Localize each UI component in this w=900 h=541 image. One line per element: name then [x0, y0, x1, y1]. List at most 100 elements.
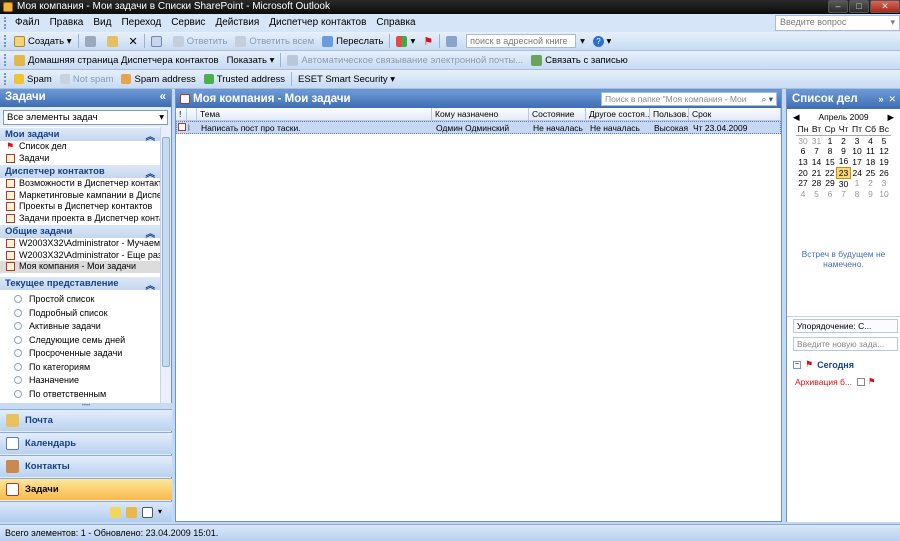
group-my-tasks[interactable]: Мои задачи ︽: [0, 127, 160, 143]
column-other-status[interactable]: Другое состоя...: [586, 108, 650, 120]
calendar-day[interactable]: 10: [850, 146, 864, 157]
folder-cm-campaigns[interactable]: Маркетинговые кампании в Диспетче: [0, 190, 160, 202]
view-by-person[interactable]: По ответственным: [0, 387, 160, 401]
ask-question-box[interactable]: Введите вопрос ▾: [775, 15, 900, 31]
nav-mail-button[interactable]: Почта: [0, 409, 172, 431]
column-status[interactable]: Состояние: [529, 108, 586, 120]
view-assignment[interactable]: Назначение: [0, 374, 160, 388]
expand-collapse-icons[interactable]: » ✕: [878, 94, 896, 105]
link-record-button[interactable]: Связать с записью: [527, 52, 632, 69]
table-row[interactable]: ⦚ Написать пост про таски. Одмин Одминск…: [176, 121, 781, 134]
calendar-day[interactable]: 25: [864, 167, 878, 178]
calendar-day[interactable]: 14: [810, 156, 824, 167]
grip-handle[interactable]: [4, 73, 7, 85]
group-today[interactable]: − ⚑ Сегодня: [793, 359, 898, 370]
ask-question-input[interactable]: Введите вопрос: [780, 17, 846, 29]
radio-icon[interactable]: [14, 349, 22, 358]
search-icon[interactable]: ⌕ ▾: [762, 93, 773, 105]
calendar-day[interactable]: 28: [810, 178, 824, 189]
folder-select[interactable]: Все элементы задач ▾: [3, 110, 168, 125]
folder-tasks[interactable]: Задачи: [0, 153, 160, 165]
calendar-day[interactable]: 17: [850, 156, 864, 167]
scrollbar-thumb[interactable]: [162, 137, 170, 367]
cm-home-button[interactable]: Домашняя страница Диспетчера контактов: [10, 52, 223, 69]
categorize-button[interactable]: ▾: [392, 33, 419, 50]
folder-shared-2[interactable]: W2003X32\Administrator - Еще раз тес: [0, 250, 160, 262]
folder-cm-project-tasks[interactable]: Задачи проекта в Диспетчер контакт: [0, 213, 160, 225]
radio-icon[interactable]: [14, 389, 22, 398]
calendar-day[interactable]: 24: [850, 167, 864, 178]
calendar-day[interactable]: 10: [877, 189, 891, 200]
calendar-day[interactable]: 5: [877, 135, 891, 146]
address-search-dropdown[interactable]: ▾: [576, 33, 589, 50]
column-due[interactable]: Срок: [689, 108, 781, 120]
dropdown-arrow-icon[interactable]: ▾: [890, 17, 895, 29]
close-button[interactable]: ✕: [870, 0, 900, 13]
group-contact-manager[interactable]: Диспетчер контактов ︽: [0, 164, 160, 180]
flag-icon[interactable]: ⚑: [868, 376, 876, 387]
calendar-day[interactable]: 15: [823, 156, 837, 167]
spam-address-button[interactable]: Spam address: [117, 71, 199, 88]
auto-link-button[interactable]: Автоматическое связывание электронной по…: [283, 52, 527, 69]
calendar-day[interactable]: 29: [823, 178, 837, 189]
instant-search[interactable]: Поиск в папке "Моя компания - Мои ⌕ ▾: [601, 92, 777, 106]
minimize-button[interactable]: ‒: [828, 0, 848, 13]
calendar-day[interactable]: 31: [810, 135, 824, 146]
complete-checkbox[interactable]: [856, 377, 865, 386]
column-icon[interactable]: !: [176, 108, 187, 120]
address-book-search[interactable]: поиск в адресной книге: [466, 34, 577, 48]
collapse-icon[interactable]: ︽: [145, 226, 155, 240]
column-assigned-to[interactable]: Кому назначено: [432, 108, 529, 120]
collapse-icon[interactable]: ︽: [145, 166, 155, 180]
nav-scrollbar[interactable]: [160, 127, 171, 415]
collapse-pane-icon[interactable]: «: [160, 91, 166, 105]
radio-icon[interactable]: [14, 376, 22, 385]
folder-todo-list[interactable]: ⚑ Список дел: [0, 141, 160, 153]
calendar-day[interactable]: 6: [823, 189, 837, 200]
radio-icon[interactable]: [14, 335, 22, 344]
calendar-day[interactable]: 13: [796, 156, 810, 167]
radio-icon[interactable]: [14, 308, 22, 317]
calendar-day[interactable]: 12: [877, 146, 891, 157]
column-attachment[interactable]: [187, 108, 197, 120]
calendar-day[interactable]: 4: [864, 135, 878, 146]
menu-file[interactable]: Файл: [10, 14, 45, 32]
calendar-day[interactable]: 7: [810, 146, 824, 157]
menu-contact-manager[interactable]: Диспетчер контактов: [264, 14, 371, 32]
view-overdue[interactable]: Просроченные задачи: [0, 347, 160, 361]
calendar-day[interactable]: 8: [823, 146, 837, 157]
forward-button[interactable]: Переслать: [318, 33, 387, 50]
calendar-day[interactable]: 20: [796, 167, 810, 178]
edit-button[interactable]: [147, 33, 169, 50]
reply-button[interactable]: Ответить: [169, 33, 232, 50]
calendar-day[interactable]: 6: [796, 146, 810, 157]
calendar-day[interactable]: 18: [864, 156, 878, 167]
group-current-view[interactable]: Текущее представление ︽: [0, 275, 160, 292]
view-simple-list[interactable]: Простой список: [0, 293, 160, 307]
calendar-day[interactable]: 4: [796, 189, 810, 200]
collapse-group-icon[interactable]: −: [793, 360, 801, 369]
new-task-input[interactable]: Введите новую зада...: [793, 337, 898, 351]
calendar-day[interactable]: 11: [864, 146, 878, 157]
nav-contacts-button[interactable]: Контакты: [0, 455, 172, 477]
delete-button[interactable]: ✕: [125, 33, 142, 50]
grip-handle[interactable]: [4, 17, 7, 29]
trusted-address-button[interactable]: Trusted address: [200, 71, 289, 88]
menu-go[interactable]: Переход: [116, 14, 166, 32]
list-item[interactable]: Архивация б... ⚑: [795, 376, 898, 387]
maximize-button[interactable]: □: [849, 0, 869, 13]
address-book-button[interactable]: [442, 33, 464, 50]
print-button[interactable]: [81, 33, 103, 50]
calendar-day[interactable]: 5: [810, 189, 824, 200]
calendar-day[interactable]: 3: [877, 178, 891, 189]
follow-up-button[interactable]: ⚑: [419, 33, 437, 50]
show-button[interactable]: Показать ▾: [223, 52, 279, 69]
view-by-category[interactable]: По категориям: [0, 360, 160, 374]
nav-tasks-button[interactable]: Задачи: [0, 478, 172, 500]
calendar-day[interactable]: 30: [796, 135, 810, 146]
group-shared-tasks[interactable]: Общие задачи ︽: [0, 224, 160, 240]
folder-list-icon[interactable]: [126, 506, 137, 518]
view-detailed-list[interactable]: Подробный список: [0, 306, 160, 320]
spam-button[interactable]: Spam: [10, 71, 56, 88]
calendar-day[interactable]: 22: [823, 167, 837, 178]
